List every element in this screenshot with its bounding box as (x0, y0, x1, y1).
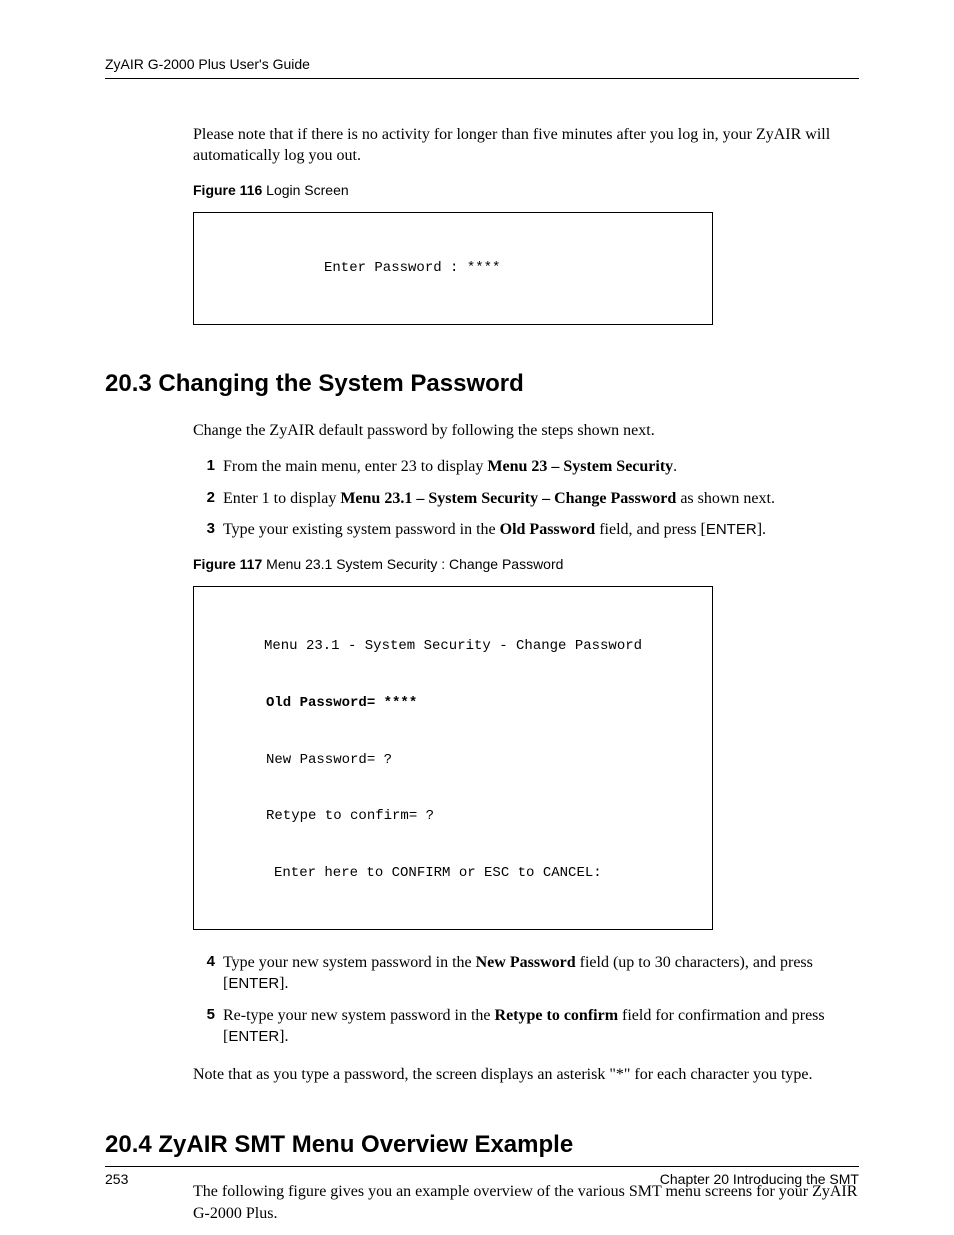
enter-key: ENTER (228, 1028, 279, 1045)
step-1-text-post: . (673, 458, 677, 475)
menu-title-line: Menu 23.1 - System Security - Change Pas… (194, 637, 712, 656)
confirm-line: Enter here to CONFIRM or ESC to CANCEL: (194, 864, 712, 883)
intro-para: Please note that if there is no activity… (193, 124, 859, 167)
steps-4-5: 4 Type your new system password in the N… (193, 952, 859, 1048)
figure-117-title: Menu 23.1 System Security : Change Passw… (262, 556, 563, 572)
enter-key: ENTER (228, 975, 279, 992)
page-number: 253 (105, 1170, 128, 1190)
enter-key: ENTER (706, 521, 757, 538)
step-1: 1 From the main menu, enter 23 to displa… (193, 456, 859, 478)
step-3-text-mid: field, and press [ (595, 521, 706, 538)
step-2-menu: Menu 23.1 – System Security – Change Pas… (340, 490, 676, 507)
step-4-text-end: ]. (279, 975, 288, 992)
old-password-line: Old Password= **** (194, 694, 712, 713)
step-3-text-end: ]. (757, 521, 766, 538)
step-5: 5 Re-type your new system password in th… (193, 1005, 859, 1048)
step-number: 4 (193, 952, 215, 972)
figure-117-label: Figure 117 (193, 556, 262, 572)
section-20-4-heading: 20.4 ZyAIR SMT Menu Overview Example (105, 1128, 859, 1162)
retype-line: Retype to confirm= ? (194, 807, 712, 826)
figure-116-caption: Figure 116 Login Screen (193, 181, 859, 201)
doc-footer: 253 Chapter 20 Introducing the SMT (105, 1166, 859, 1190)
step-2: 2 Enter 1 to display Menu 23.1 – System … (193, 488, 859, 510)
figure-116-terminal: Enter Password : **** (193, 212, 713, 324)
figure-117-terminal: Menu 23.1 - System Security - Change Pas… (193, 586, 713, 929)
step-1-menu: Menu 23 – System Security (487, 458, 673, 475)
step-3-text-pre: Type your existing system password in th… (223, 521, 500, 538)
figure-116-title: Login Screen (262, 182, 348, 198)
figure-117-caption: Figure 117 Menu 23.1 System Security : C… (193, 555, 859, 575)
step-3: 3 Type your existing system password in … (193, 519, 859, 541)
step-3-field: Old Password (500, 521, 596, 538)
step-4: 4 Type your new system password in the N… (193, 952, 859, 995)
step-5-text-pre: Re-type your new system password in the (223, 1007, 495, 1024)
step-number: 1 (193, 456, 215, 476)
step-4-field: New Password (476, 954, 576, 971)
step-2-text-post: as shown next. (676, 490, 775, 507)
step-5-field: Retype to confirm (495, 1007, 619, 1024)
step-2-text-pre: Enter 1 to display (223, 490, 340, 507)
chapter-title: Chapter 20 Introducing the SMT (660, 1170, 859, 1190)
step-number: 5 (193, 1005, 215, 1025)
section-20-3-heading: 20.3 Changing the System Password (105, 367, 859, 401)
step-number: 2 (193, 488, 215, 508)
steps-1-3: 1 From the main menu, enter 23 to displa… (193, 456, 859, 541)
old-password-text: Old Password= **** (266, 695, 417, 711)
guide-title: ZyAIR G-2000 Plus User's Guide (105, 56, 310, 72)
step-5-text-end: ]. (279, 1028, 288, 1045)
step-number: 3 (193, 519, 215, 539)
step-4-text-pre: Type your new system password in the (223, 954, 476, 971)
figure-116-label: Figure 116 (193, 182, 262, 198)
section-20-3-intro: Change the ZyAIR default password by fol… (193, 420, 859, 442)
asterisk-note: Note that as you type a password, the sc… (193, 1064, 859, 1086)
step-1-text-pre: From the main menu, enter 23 to display (223, 458, 487, 475)
new-password-line: New Password= ? (194, 751, 712, 770)
login-prompt-line: Enter Password : **** (194, 259, 712, 278)
doc-header: ZyAIR G-2000 Plus User's Guide (105, 55, 859, 79)
